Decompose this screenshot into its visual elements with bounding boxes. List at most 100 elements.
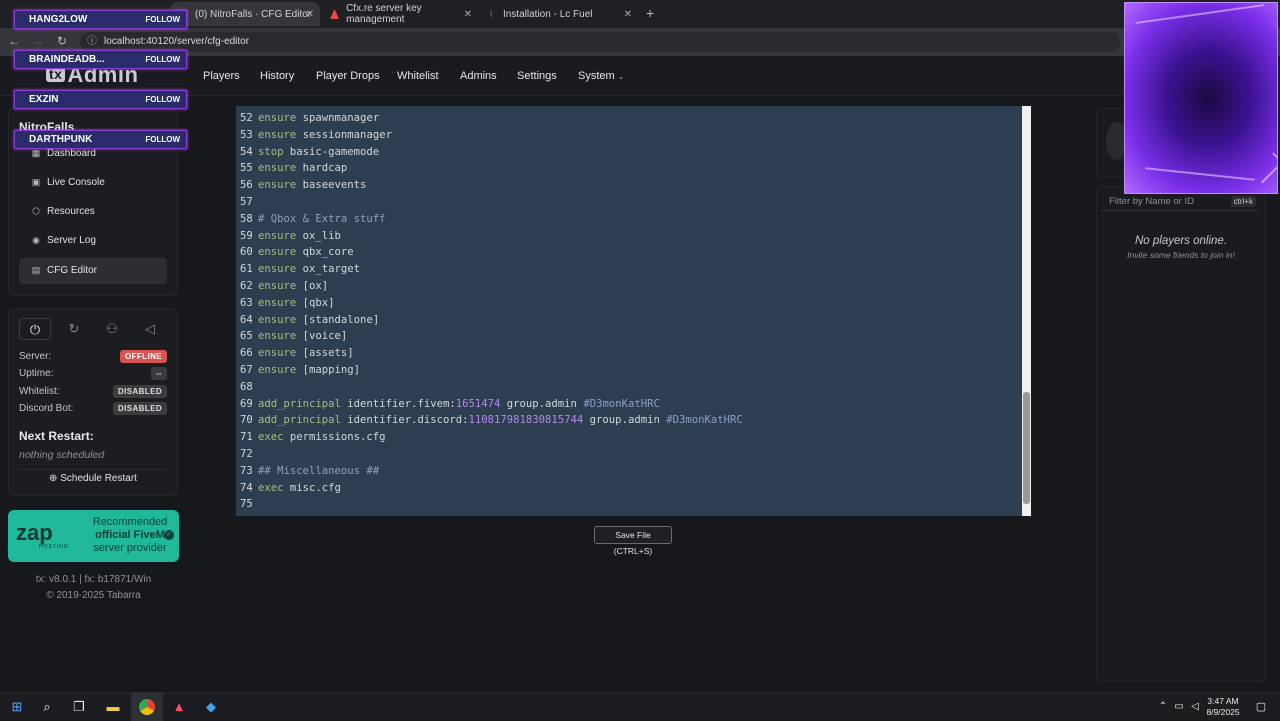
sidebar-item-resources[interactable]: ⬡ Resources: [30, 206, 95, 217]
uptime-label: Uptime:: [19, 368, 54, 379]
tab-cfg-editor[interactable]: (0) NitroFalls · CFG Editor ✕: [170, 2, 320, 26]
tab-cfx-keys[interactable]: Cfx.re server key management ✕: [322, 2, 478, 26]
chevron-right-icon: [1252, 152, 1277, 184]
forward-icon[interactable]: →: [30, 34, 46, 48]
new-tab-icon[interactable]: +: [646, 5, 654, 21]
line-number: 63: [240, 296, 253, 309]
schedule-restart-label: Schedule Restart: [60, 473, 137, 484]
file-explorer-icon[interactable]: ▬: [104, 699, 122, 715]
url-input[interactable]: ⓘ localhost:40120/server/cfg-editor: [80, 32, 1120, 52]
code-keyword: exec: [258, 431, 284, 444]
promo-line: server provider: [93, 542, 167, 554]
nav-system[interactable]: System ⌄: [578, 70, 624, 82]
close-tab-icon[interactable]: ✕: [464, 9, 472, 20]
system-clock[interactable]: 3:47 AM 8/9/2025: [1206, 696, 1240, 718]
volume-muted-icon[interactable]: ◁: [1186, 699, 1204, 715]
cube-icon: ⬡: [32, 206, 40, 216]
nav-history[interactable]: History: [260, 70, 294, 82]
follow-label: FOLLOW: [145, 55, 180, 64]
code-line: 75: [240, 496, 258, 513]
reload-icon[interactable]: ↻: [54, 34, 70, 48]
zap-hosting-banner[interactable]: zap HOSTING Recommended official FiveM s…: [8, 510, 179, 562]
nav-settings[interactable]: Settings: [517, 70, 557, 82]
kick-all-icon[interactable]: ⚇: [96, 318, 128, 340]
line-number: 56: [240, 179, 253, 192]
tab-lc-fuel[interactable]: ǀ Installation - Lc Fuel ✕: [482, 2, 638, 26]
code-line: 54 stop basic-gamemode: [240, 144, 379, 161]
search-icon[interactable]: ⌕: [38, 699, 56, 715]
schedule-restart-button[interactable]: ⊕ Schedule Restart: [19, 469, 167, 487]
sidebar-item-cfg-editor[interactable]: ▤ CFG Editor: [30, 265, 97, 276]
editor-scrollbar-thumb[interactable]: [1023, 392, 1030, 504]
follower-name: HANG2LOW: [29, 14, 88, 25]
back-icon[interactable]: ←: [6, 34, 22, 48]
code-line: 53 ensure sessionmanager: [240, 127, 392, 144]
code-line: 73 ## Miscellaneous ##: [240, 463, 379, 480]
code-keyword: ensure: [258, 347, 297, 360]
code-text: ox_lib: [296, 229, 341, 242]
sidebar-item-live-console[interactable]: ▣ Live Console: [30, 177, 105, 188]
code-number: 110817981830815744: [468, 414, 584, 427]
code-comment: ## Miscellaneous ##: [258, 464, 380, 477]
code-text: [standalone]: [296, 313, 380, 326]
code-line: 56 ensure baseevents: [240, 177, 366, 194]
notification-icon[interactable]: ▢: [1252, 699, 1270, 715]
follower-alert: EXZIN FOLLOW: [14, 90, 187, 109]
neon-light-shape: [1135, 3, 1265, 25]
code-keyword: ensure: [258, 229, 297, 242]
nav-player-drops[interactable]: Player Drops: [316, 70, 380, 82]
code-number: 1651474: [455, 397, 501, 410]
nav-whitelist[interactable]: Whitelist: [397, 70, 439, 82]
restart-icon[interactable]: ↻: [58, 318, 90, 340]
power-icon[interactable]: ⏻: [19, 318, 51, 340]
windows-start-icon[interactable]: ⊞: [8, 699, 26, 715]
close-tab-icon[interactable]: ✕: [306, 9, 314, 20]
verified-check-icon: ✓: [164, 530, 174, 540]
eye-icon: ◉: [32, 235, 40, 245]
server-status-row: Server: OFFLINE: [19, 350, 167, 363]
code-line: 63 ensure [qbx]: [240, 295, 335, 312]
task-view-icon[interactable]: ❐: [70, 699, 88, 715]
nav-players[interactable]: Players: [203, 70, 240, 82]
follower-alert: BRAINDEADB... FOLLOW: [14, 50, 187, 69]
close-tab-icon[interactable]: ✕: [624, 9, 632, 20]
no-players-text: No players online.: [1134, 235, 1228, 247]
line-number: 57: [240, 196, 253, 208]
code-keyword: ensure: [258, 330, 297, 343]
code-text: basic-gamemode: [283, 145, 380, 158]
line-number: 72: [240, 448, 253, 460]
code-text: group.admin: [500, 397, 584, 410]
sidebar-item-server-log[interactable]: ◉ Server Log: [30, 235, 96, 246]
next-restart-value: nothing scheduled: [19, 449, 105, 461]
line-number: 65: [240, 330, 253, 343]
sidebar-item-dashboard[interactable]: ▦ Dashboard: [30, 148, 96, 159]
save-file-button[interactable]: Save File (CTRL+S): [594, 526, 672, 556]
follow-label: FOLLOW: [145, 95, 180, 104]
follower-name: BRAINDEADB...: [29, 54, 105, 65]
code-line: 62 ensure [ox]: [240, 278, 328, 295]
line-number: 55: [240, 162, 253, 175]
tab-title: Installation - Lc Fuel: [503, 8, 593, 20]
cfg-editor-textarea[interactable]: 52 ensure spawnmanager 53 ensure sessionman…: [236, 106, 1022, 516]
copyright-text: © 2019-2025 Tabarra: [46, 590, 141, 601]
status-badge: OFFLINE: [119, 350, 167, 363]
code-line: 64 ensure [standalone]: [240, 312, 379, 329]
arc-app-icon[interactable]: ▲: [170, 699, 188, 715]
site-info-icon[interactable]: ⓘ: [87, 32, 97, 52]
announce-icon[interactable]: ◁: [134, 318, 166, 340]
line-number: 71: [240, 431, 253, 444]
follower-name: EXZIN: [29, 94, 59, 105]
nav-admins[interactable]: Admins: [460, 70, 497, 82]
code-keyword: ensure: [258, 263, 297, 276]
player-filter-input[interactable]: Filter by Name or ID ctrl+k: [1101, 193, 1258, 211]
code-line: 61 ensure ox_target: [240, 261, 360, 278]
code-text: [ox]: [296, 280, 329, 292]
cfx-favicon-icon: [330, 9, 340, 19]
keyboard-shortcut-badge: ctrl+k: [1230, 196, 1256, 207]
code-text: [voice]: [296, 330, 348, 343]
url-text: localhost:40120/server/cfg-editor: [104, 36, 250, 47]
chrome-taskbar-button[interactable]: [131, 693, 163, 721]
vscode-icon[interactable]: ◆: [202, 699, 220, 715]
code-keyword: exec: [258, 481, 284, 494]
promo-text: Recommended official FiveM server provid…: [88, 516, 172, 555]
